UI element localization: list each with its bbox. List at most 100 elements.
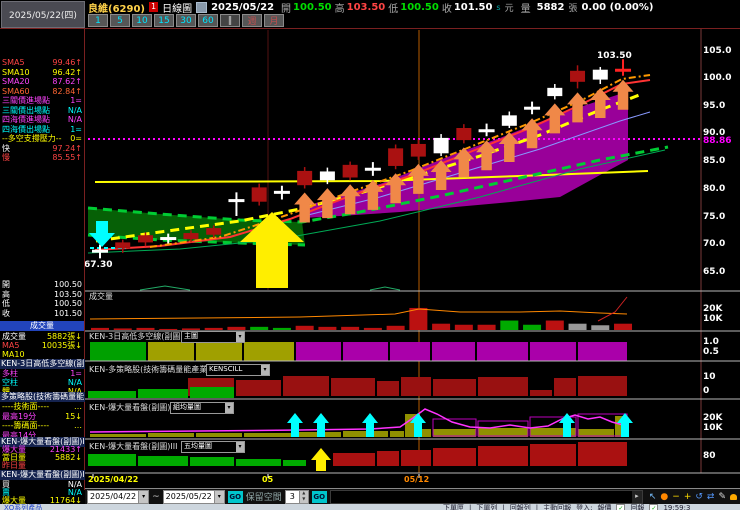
cursor-icon[interactable]: ↖ (649, 491, 657, 503)
axis-label: 10 (703, 372, 716, 382)
p3-bar (554, 378, 576, 396)
volume-bar (363, 327, 382, 330)
statusbar-tab[interactable]: 回報列 (510, 504, 531, 510)
sidebar-row: 四海價進場點 N/A (2, 115, 82, 124)
date-to-select[interactable]: 2025/05/22 ▾ (162, 489, 225, 504)
overlay-line (369, 286, 401, 291)
p2-bar (148, 342, 194, 361)
p2-bar (390, 342, 430, 361)
draw-icon[interactable]: ✎ (718, 491, 726, 503)
candle-cross (524, 106, 541, 110)
chevron-down-icon[interactable]: ▾ (236, 442, 244, 452)
period-button-15[interactable]: 15 (154, 14, 174, 27)
panel5-dropdown[interactable]: 五均量圖 ▾ (181, 441, 245, 453)
period-button-月[interactable]: 月 (264, 14, 284, 27)
p3-bar (190, 387, 234, 398)
go-button[interactable]: GO (227, 490, 243, 503)
period-button-10[interactable]: 10 (132, 14, 152, 27)
volume-bar (477, 324, 496, 330)
chevron-down-icon[interactable]: ▾ (213, 490, 224, 503)
pan-icon[interactable]: ⇄ (707, 491, 715, 503)
candle-body (206, 228, 222, 235)
sidebar-row: SMA20 87.62↑ (2, 77, 82, 86)
sidebar-row: 開 100.50 (2, 280, 82, 289)
field-label: 高 (334, 3, 345, 15)
p5-bar (401, 450, 431, 466)
divider: | (535, 504, 539, 510)
keep-space-stepper[interactable]: 3 ▲ ▼ (284, 489, 309, 504)
period-buttons: 1 5 10 15 30 60 ‖ 週月 (88, 14, 284, 27)
scroll-right-button[interactable]: ▸ (631, 490, 642, 503)
period-button-30[interactable]: 30 (176, 14, 196, 27)
sidebar-row: MA5 10035張↓ (2, 341, 82, 350)
sidebar-row: 四海價出場點 1= (2, 124, 82, 134)
chevron-down-icon[interactable]: ▾ (138, 490, 149, 503)
marker-icon[interactable]: ● (660, 491, 668, 503)
chevron-down-icon[interactable]: ▾ (261, 365, 269, 375)
go-button-2[interactable]: GO (311, 490, 327, 503)
sidebar-row: 三關價進場點 1= (2, 96, 82, 105)
x-axis-label: 05/12 (404, 475, 430, 484)
chevron-down-icon[interactable]: ▾ (225, 403, 233, 413)
period-button-5[interactable]: 5 (110, 14, 130, 27)
period-separator: ‖ (220, 14, 240, 27)
p5-signal-arrow (311, 448, 331, 471)
sidebar-row: 三關價出場點 N/A (2, 105, 82, 115)
chart-type-label[interactable]: 日線圖 (162, 0, 192, 15)
status-bar: XQ系列產品 下單匣 | 下單列 | 回報列 | 主動回報 登入: 報價 ✓ 回報 ✓ 19:59:3 (0, 504, 740, 510)
sidebar-row: 多柱 1= (2, 369, 82, 378)
alert-bell-icon[interactable] (730, 493, 737, 500)
zoom-out-icon[interactable]: − (672, 491, 680, 503)
axis-label: 70.0 (703, 239, 726, 249)
volume-panel-title: 成交量 (89, 292, 113, 301)
p5-bar (236, 459, 281, 466)
p3-bar (138, 389, 188, 398)
period-button-週[interactable]: 週 (242, 14, 262, 27)
volume-bar (523, 324, 542, 330)
panel2-dropdown-value: 主圖 (184, 332, 198, 340)
overlay-line (139, 285, 191, 291)
quote-check-icon: ✓ (616, 504, 626, 510)
p4-bar (244, 433, 294, 437)
panel4-dropdown[interactable]: 組均量圖 ▾ (170, 402, 234, 414)
chart-scrollbar[interactable]: ▸ (329, 489, 643, 504)
volume-bar (568, 323, 587, 330)
axis-label: 10K (703, 314, 723, 324)
panel2-dropdown[interactable]: 主圖 ▾ (181, 331, 245, 343)
chevron-down-icon[interactable]: ▾ (236, 332, 244, 342)
panel2-title: KEN-3日高低多空線(副圖) (89, 332, 184, 341)
p5-bar (478, 446, 528, 466)
candle-body (183, 233, 199, 240)
statusbar-tab[interactable]: 主動回報 (543, 504, 571, 510)
p4-bar (148, 433, 194, 437)
p2-bar (296, 342, 341, 361)
period-button-60[interactable]: 60 (198, 14, 218, 27)
panel3-dropdown[interactable]: KENSCILL ▾ (206, 364, 270, 376)
login-label: 登入: (576, 504, 593, 510)
undo-icon[interactable]: ↺ (695, 491, 703, 503)
statusbar-tab[interactable]: 下單匣 (443, 504, 464, 510)
candle-cross (364, 167, 381, 171)
candle-cross (92, 249, 108, 253)
p2-bar (196, 342, 242, 361)
p3-bar (530, 390, 552, 396)
date-from-select[interactable]: 2025/04/22 ▾ (87, 489, 150, 504)
p3-bar (331, 378, 375, 396)
candle-body (388, 148, 404, 166)
volume-bar (113, 328, 132, 330)
volume-bar (318, 326, 337, 330)
unit-label: 元 (504, 3, 514, 14)
statusbar-tab[interactable]: 下單列 (476, 504, 497, 510)
sidebar-row: ----籌碼面----… (2, 421, 82, 430)
change-value: 0.00 (0.00%) (581, 1, 654, 13)
spinner-buttons[interactable]: ▲ ▼ (298, 490, 308, 503)
candle-body (251, 187, 267, 202)
zoom-in-icon[interactable]: + (684, 491, 692, 503)
panel5-dropdown-value: 五均量圖 (184, 442, 212, 450)
candle-body (547, 87, 563, 97)
x-axis-label: 2025/04/22 (88, 475, 139, 484)
panel5-title: KEN-爆大量看盤(副圖)III (89, 442, 178, 451)
volume-bar (91, 327, 109, 330)
period-button-1[interactable]: 1 (88, 14, 108, 27)
calendar-icon[interactable] (196, 1, 208, 13)
